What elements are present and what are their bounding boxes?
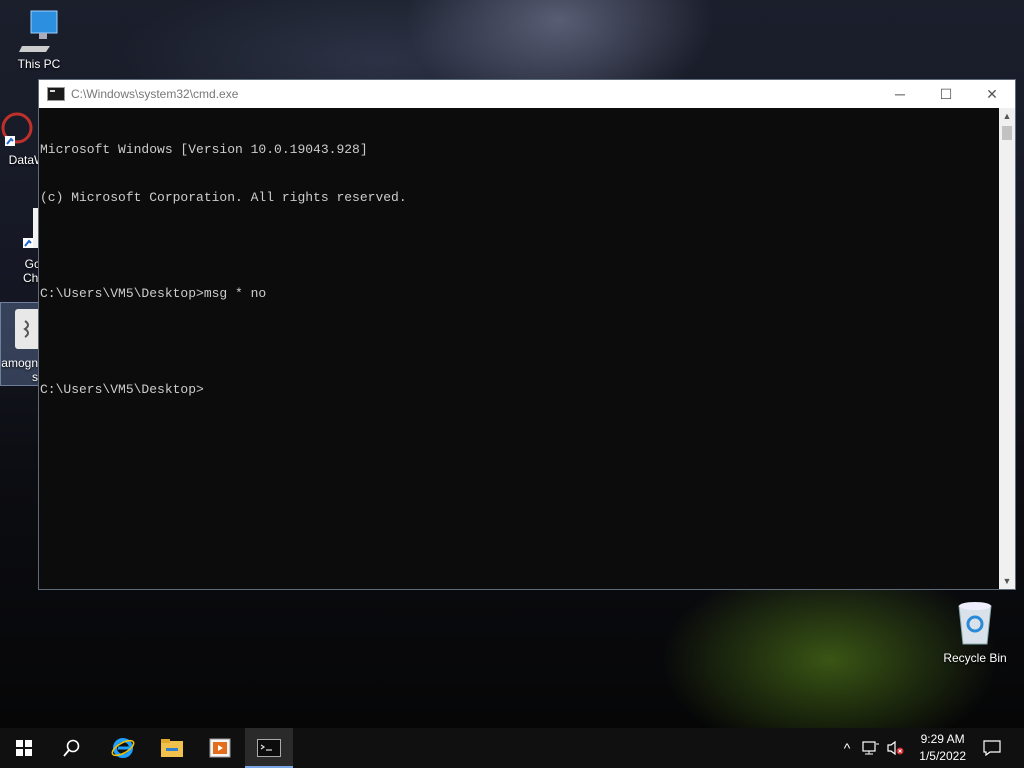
window-title: C:\Windows\system32\cmd.exe	[71, 87, 239, 101]
volume-muted-icon	[887, 740, 904, 756]
scroll-up-icon[interactable]: ▲	[999, 108, 1015, 124]
search-button[interactable]	[48, 728, 96, 768]
taskbar-file-explorer[interactable]	[148, 728, 196, 768]
start-button[interactable]	[0, 728, 48, 768]
tray-network[interactable]	[860, 728, 882, 768]
recycle-bin-icon	[958, 602, 992, 645]
cmd-window[interactable]: C:\Windows\system32\cmd.exe ─ ☐ ✕ Micros…	[38, 79, 1016, 590]
scroll-thumb[interactable]	[1002, 126, 1012, 140]
tray-volume[interactable]	[884, 728, 906, 768]
window-titlebar[interactable]: C:\Windows\system32\cmd.exe ─ ☐ ✕	[39, 80, 1015, 108]
taskbar-clock[interactable]: 9:29 AM 1/5/2022	[919, 731, 966, 765]
desktop-icon-label: Recycle Bin	[943, 651, 1007, 665]
console-output[interactable]: Microsoft Windows [Version 10.0.19043.92…	[39, 108, 999, 589]
app-shortcut-icon	[1, 112, 33, 146]
desktop-icon-amogn[interactable]: amogn s	[0, 302, 39, 386]
notification-icon	[983, 740, 1001, 756]
clock-date: 1/5/2022	[919, 749, 966, 763]
console-line: (c) Microsoft Corporation. All rights re…	[40, 190, 407, 205]
file-explorer-icon	[161, 739, 183, 757]
desktop-icon-recycle-bin[interactable]: Recycle Bin	[938, 600, 1012, 665]
tray-overflow-chevron[interactable]: ^	[838, 728, 856, 768]
network-icon	[862, 741, 879, 755]
computer-icon	[19, 10, 58, 52]
action-center-button[interactable]	[978, 728, 1006, 768]
console-line: Microsoft Windows [Version 10.0.19043.92…	[40, 142, 368, 157]
taskbar-internet-explorer[interactable]	[99, 728, 147, 768]
java-file-icon	[15, 309, 38, 349]
windows-start-icon	[16, 740, 32, 756]
taskbar-media-player[interactable]	[196, 728, 244, 768]
clock-time: 9:29 AM	[920, 732, 965, 746]
desktop-icon-label: This PC	[17, 57, 61, 71]
console-prompt: C:\Users\VM5\Desktop>	[40, 382, 204, 397]
minimize-button[interactable]: ─	[877, 80, 923, 108]
desktop-icon-label: amogn s	[1, 356, 38, 384]
search-icon	[63, 739, 80, 757]
cmd-icon	[257, 739, 281, 757]
close-button[interactable]: ✕	[969, 80, 1015, 108]
cmd-icon	[47, 87, 65, 101]
desktop-icon-this-pc[interactable]: This PC	[2, 8, 76, 71]
maximize-button[interactable]: ☐	[923, 80, 969, 108]
console-line: C:\Users\VM5\Desktop>msg * no	[40, 286, 267, 301]
taskbar-cmd[interactable]	[245, 728, 293, 768]
media-player-icon	[209, 738, 231, 758]
scroll-down-icon[interactable]: ▼	[999, 573, 1015, 589]
vertical-scrollbar[interactable]: ▲ ▼	[999, 108, 1015, 589]
taskbar: ^ 9:29 AM 1/5/2022	[0, 728, 1024, 768]
internet-explorer-icon	[111, 738, 135, 758]
